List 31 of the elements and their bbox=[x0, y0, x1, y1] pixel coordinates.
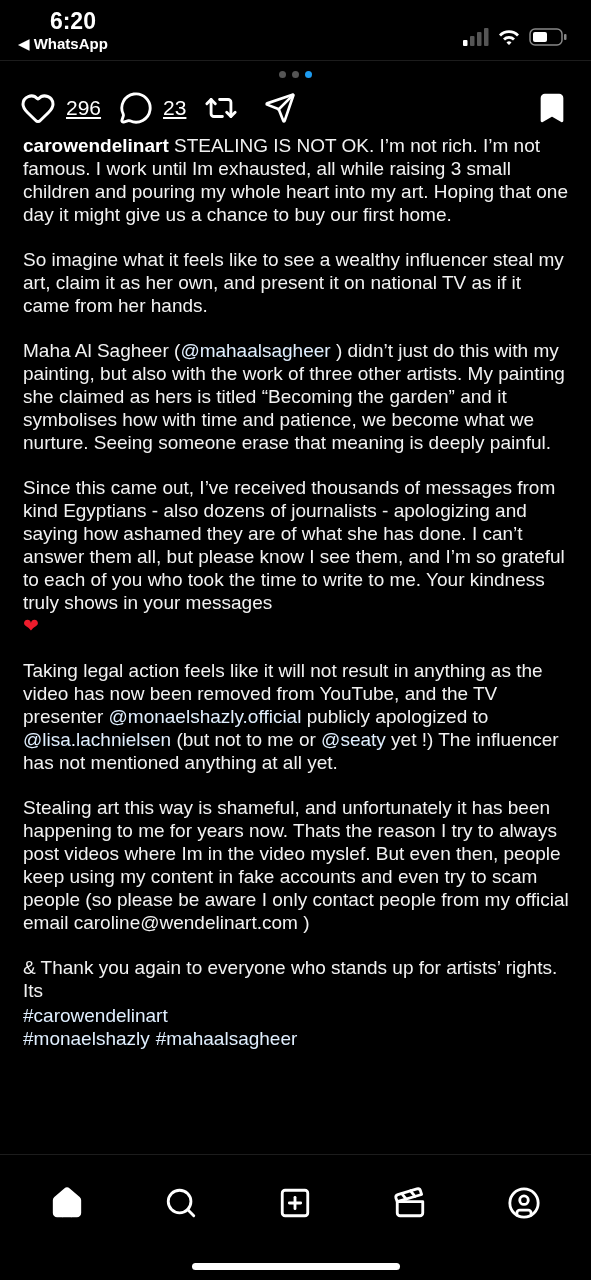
mention-link[interactable]: @lisa.lachnielsen bbox=[23, 729, 172, 750]
mention-link[interactable]: @seaty bbox=[321, 729, 386, 750]
username-link[interactable]: carowendelinart bbox=[23, 135, 169, 156]
caption-paragraph: Taking legal action feels like it will not result in anything as the video has now been removed from YouTube, and the TV presenter @monaelshazly.official publicly apologized to @lisa.lachnielsen (but not to me or @seaty yet !) The influencer has not mentioned anything at all yet. bbox=[23, 659, 560, 774]
profile-icon bbox=[506, 1186, 541, 1220]
comments-count-link[interactable]: 23 bbox=[163, 96, 187, 120]
mention-link[interactable]: @monaelshazly.official bbox=[108, 706, 302, 727]
carousel-dot[interactable] bbox=[279, 71, 286, 78]
caption-paragraph: carowendelinart STEALING IS NOT OK. I’m not rich. I’m not famous. I work until Im exhausted, all while raising 3 small children and pouring my whole heart into my art. Hoping that one day it might give us a chance to buy our first home. bbox=[23, 134, 569, 226]
likes-count-link[interactable]: 296 bbox=[66, 96, 102, 120]
status-time: 6:20 bbox=[48, 8, 96, 34]
reels-tab[interactable] bbox=[392, 1186, 427, 1220]
profile-tab[interactable] bbox=[506, 1186, 541, 1220]
signal-icon bbox=[463, 28, 489, 46]
clapperboard-icon bbox=[392, 1186, 427, 1220]
wifi-icon bbox=[497, 28, 521, 46]
carousel-dot[interactable] bbox=[292, 71, 299, 78]
caption-paragraph: Since this came out, I’ve received thousands of messages from kind Egyptians - also dozens of journalists - apologizing and saying how ashamed they are of what she has done. I can’t answer them all, but please know I see them, and I’m so grateful to each of you who took the time to write to me. Your kindness truly shows in your messages ❤ bbox=[23, 476, 566, 637]
caption-paragraph: So imagine what it feels like to see a wealthy influencer steal my art, claim it as her own, and present it on national TV as if it came from her hands. bbox=[23, 248, 565, 317]
battery-icon bbox=[529, 28, 567, 46]
mention-link[interactable]: @mahaalsagheer bbox=[180, 340, 331, 361]
comment-button[interactable] bbox=[119, 91, 154, 125]
caption-paragraph: & Thank you again to everyone who stands up for artists’ rights. Its bbox=[23, 956, 559, 1002]
caption-paragraph: Maha Al Sagheer (@mahaalsagheer ) didn’t just do this with my painting, but also with the work of three other artists. My painting she claimed as hers is titled “Becoming the garden” and it symbolises how with time and patience, we become what we nurture. Seeing someone erase that meaning is deeply painful. bbox=[23, 339, 566, 454]
hashtag-link[interactable]: #mahaalsagheer bbox=[155, 1027, 298, 1050]
hashtag-link[interactable]: #monaelshazly bbox=[23, 1027, 150, 1050]
hashtag-link[interactable]: #carowendelinart bbox=[23, 1004, 168, 1027]
share-button[interactable] bbox=[264, 92, 297, 124]
caption-paragraph: Stealing art this way is shameful, and unfortunately it has been happening to me for years now. Thats the reason I try to always post videos where Im in the video myslef. But even then, people keep using my content in fake accounts and even try to scam people (so please be aware I only contact people from my official email caroline@wendelinart.com ) bbox=[23, 796, 570, 934]
carousel-dot[interactable] bbox=[305, 71, 312, 78]
back-to-app-link[interactable]: ◀ WhatsApp bbox=[18, 34, 108, 54]
